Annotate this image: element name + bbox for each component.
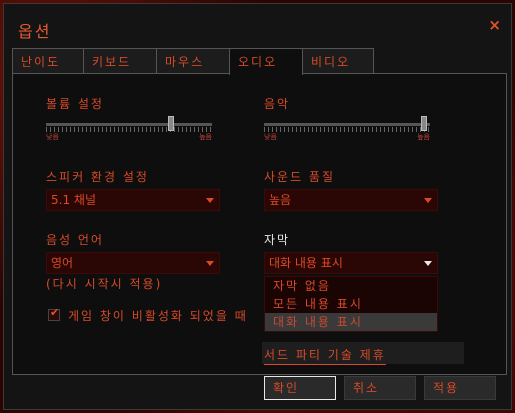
subtitles-select[interactable]: 대화 내용 표시 <box>264 252 438 274</box>
speaker-value: 5.1 채널 <box>51 193 96 207</box>
music-ticks <box>264 127 430 132</box>
checkmark-icon: ✔ <box>50 306 60 319</box>
volume-slider[interactable]: 낮음 높음 <box>46 116 212 141</box>
music-slider[interactable]: 낮음 높음 <box>264 116 430 141</box>
subtitles-option-dialogue[interactable]: 대화 내용 표시 <box>265 313 437 331</box>
tab-mouse[interactable]: 마우스 <box>156 48 230 74</box>
subtitles-option-all[interactable]: 모든 내용 표시 <box>265 295 437 313</box>
chevron-down-icon <box>424 198 432 203</box>
volume-ticks <box>46 127 212 132</box>
voice-language-value: 영어 <box>51 256 74 270</box>
volume-low-label: 낮음 <box>46 133 59 141</box>
mute-inactive-checkbox[interactable]: ✔ <box>48 306 60 321</box>
subtitles-option-none[interactable]: 자막 없음 <box>265 277 437 295</box>
sound-quality-value: 높음 <box>269 193 292 207</box>
music-high-label: 높음 <box>417 133 430 141</box>
music-label: 음악 <box>264 97 291 111</box>
speaker-select[interactable]: 5.1 채널 <box>46 189 220 211</box>
dialog-title: 옵션 <box>18 22 52 41</box>
third-party-label: 서드 파티 기술 제휴 <box>264 346 386 365</box>
tab-difficulty[interactable]: 난이도 <box>12 48 84 74</box>
tab-keyboard[interactable]: 키보드 <box>83 48 157 74</box>
subtitles-label: 자막 <box>264 233 291 247</box>
apply-button[interactable]: 적용 <box>424 376 496 400</box>
volume-thumb[interactable] <box>167 116 174 131</box>
tab-video[interactable]: 비디오 <box>302 48 374 74</box>
music-thumb[interactable] <box>420 116 427 131</box>
sound-quality-label: 사운드 품질 <box>264 170 336 184</box>
mute-inactive-label: 게임 창이 비활성화 되었을 때 <box>68 309 248 323</box>
volume-track <box>46 123 212 126</box>
tab-audio[interactable]: 오디오 <box>229 48 303 75</box>
volume-label: 볼륨 설정 <box>46 97 104 111</box>
music-low-label: 낮음 <box>264 133 277 141</box>
chevron-down-icon <box>206 198 214 203</box>
chevron-down-icon <box>206 261 214 266</box>
voice-language-select[interactable]: 영어 <box>46 252 220 274</box>
restart-note: (다시 시작시 적용) <box>46 277 163 291</box>
third-party-link[interactable]: 서드 파티 기술 제휴 <box>262 342 464 365</box>
cancel-button[interactable]: 취소 <box>344 376 416 400</box>
voice-language-label: 음성 언어 <box>46 233 104 247</box>
ok-button[interactable]: 확인 <box>264 376 336 400</box>
subtitles-dropdown: 자막 없음 모든 내용 표시 대화 내용 표시 <box>264 276 438 332</box>
music-track <box>264 123 430 126</box>
sound-quality-select[interactable]: 높음 <box>264 189 438 211</box>
speaker-label: 스피커 환경 설정 <box>46 170 149 184</box>
close-icon[interactable]: × <box>488 16 501 34</box>
subtitles-value: 대화 내용 표시 <box>269 256 343 270</box>
volume-high-label: 높음 <box>199 133 212 141</box>
chevron-down-icon <box>424 261 432 266</box>
